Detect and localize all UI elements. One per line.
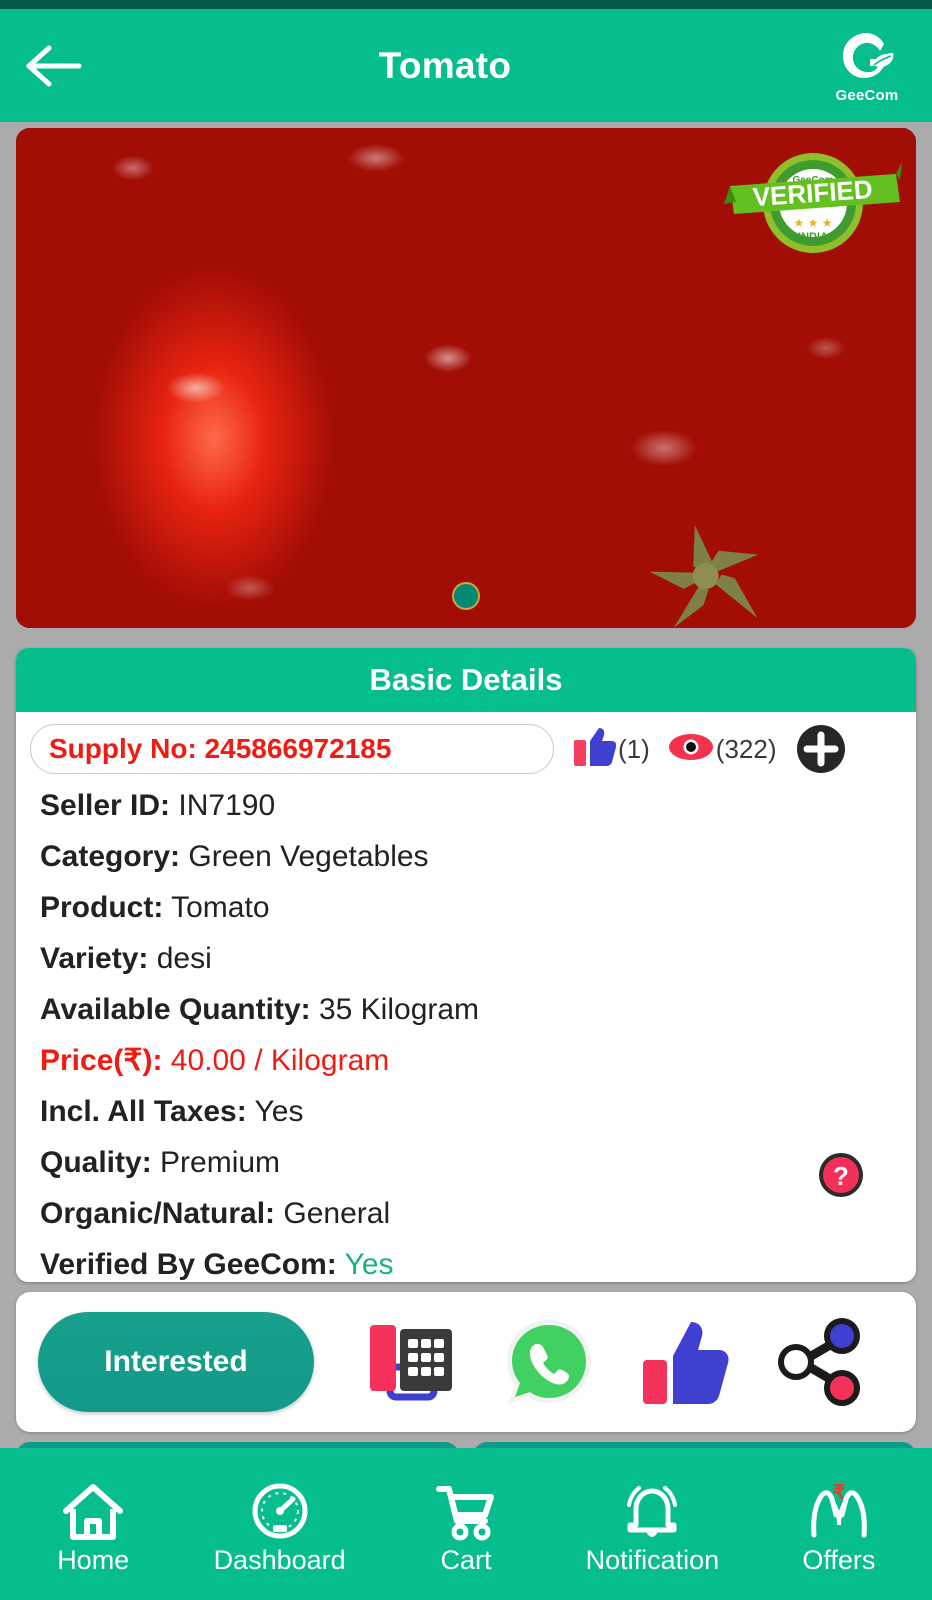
share-icon [774,1316,866,1408]
nav-item-cart[interactable]: Cart [373,1448,559,1600]
nav-item-dashboard[interactable]: Dashboard [186,1448,372,1600]
nav-label: Home [57,1544,130,1575]
plus-circle-icon [796,725,846,778]
help-question-icon: ? [818,1153,864,1202]
spec-label: Available Quantity: [40,993,311,1026]
spec-label: Incl. All Taxes: [40,1095,247,1128]
basic-details-body: Supply No: 245866972185 (1) (322) Seller… [16,712,916,1282]
spec-value: Yes [254,1095,304,1128]
thumbs-up-icon [639,1316,731,1408]
share-button[interactable] [774,1316,866,1408]
spec-value: General [283,1197,391,1230]
app-root: Tomato GeeCom ★ ★ ★ INDIA VERIFIED Basic… [0,0,932,1600]
spec-row-organic-natural: Organic/Natural: General [40,1188,892,1239]
product-image-card[interactable]: GeeCom ★ ★ ★ ★ ★ ★ INDIA VERIFIED [16,128,916,628]
svg-text:★ ★ ★: ★ ★ ★ [794,216,833,230]
likes-count: (1) [618,733,650,764]
spec-label: Verified By GeeCom: [40,1248,337,1281]
nav-label: Dashboard [213,1544,346,1575]
spec-label: Price(₹): [40,1044,163,1077]
nav-label: Cart [440,1544,492,1575]
add-button[interactable] [796,724,846,774]
eye-icon [668,731,714,768]
home-icon [60,1481,126,1543]
likes-stat[interactable]: (1) [572,726,650,773]
spec-label: Variety: [40,942,149,975]
spec-row-variety: Variety: desi [40,933,892,984]
geecom-logo-icon [836,28,898,86]
spec-row-product: Product: Tomato [40,882,892,933]
spec-row-seller-id: Seller ID: IN7190 [40,780,892,831]
spec-label: Category: [40,840,181,873]
spec-value: Green Vegetables [188,840,429,873]
telephone-icon [364,1317,460,1407]
geecom-logo-label: GeeCom [835,86,899,104]
spec-value: Premium [160,1146,281,1179]
views-stat[interactable]: (322) [668,731,777,768]
spec-label: Product: [40,891,164,924]
spec-row-available-quantity: Available Quantity: 35 Kilogram [40,984,892,1035]
verified-badge-icon: GeeCom ★ ★ ★ ★ ★ ★ INDIA VERIFIED [724,153,902,253]
page-title: Tomato [378,44,512,86]
spec-row-category: Category: Green Vegetables [40,831,892,882]
spec-value: 40.00 / Kilogram [170,1044,390,1077]
speedometer-icon [247,1481,313,1543]
carousel-indicator-dot[interactable] [452,582,480,610]
whatsapp-button[interactable] [503,1316,595,1408]
shopping-cart-icon [433,1481,499,1543]
app-header: Tomato GeeCom [0,9,932,122]
spec-row-incl-all-taxes: Incl. All Taxes: Yes [40,1086,892,1137]
spec-value: 35 Kilogram [318,993,480,1026]
bottom-navigation: Home Dashboard Cart Notification ₹ Offer… [0,1448,932,1600]
help-button[interactable]: ? [818,1152,864,1198]
hands-rupee-icon: ₹ [806,1481,872,1543]
spec-value: Tomato [171,891,270,924]
spec-value: IN7190 [178,789,276,822]
spec-label: Quality: [40,1146,152,1179]
like-button[interactable] [639,1316,731,1408]
nav-item-home[interactable]: Home [0,1448,186,1600]
supply-no-field[interactable]: Supply No: 245866972185 [30,724,554,774]
views-count: (322) [715,733,777,764]
nav-label: Notification [585,1544,720,1575]
whatsapp-icon [503,1316,595,1408]
nav-label: Offers [802,1544,876,1575]
spec-label: Seller ID: [40,789,171,822]
status-bar [0,0,932,9]
interested-button[interactable]: Interested [38,1312,314,1412]
spec-label: Organic/Natural: [40,1197,276,1230]
nav-item-offers[interactable]: ₹ Offers [746,1448,932,1600]
svg-text:INDIA: INDIA [798,231,828,243]
basic-details-card: Basic Details Supply No: 245866972185 (1… [16,648,916,1282]
spec-list: Seller ID: IN7190 Category: Green Vegeta… [16,776,916,1282]
spec-value: Yes [344,1248,394,1281]
spec-value: desi [156,942,212,975]
contact-actions [314,1316,894,1408]
geecom-logo[interactable]: GeeCom [824,23,910,109]
spec-row-verified-by-geecom: Verified By GeeCom: Yes [40,1239,892,1282]
thumbs-up-icon [572,726,617,773]
action-bar: Interested [16,1292,916,1432]
svg-text:₹: ₹ [832,1482,845,1504]
nav-item-notification[interactable]: Notification [559,1448,745,1600]
call-button[interactable] [364,1317,460,1407]
basic-details-title: Basic Details [16,648,916,712]
spec-row-price: Price(₹): 40.00 / Kilogram [40,1035,892,1086]
spec-row-quality: Quality: Premium [40,1137,892,1188]
svg-text:?: ? [833,1161,849,1191]
supply-row: Supply No: 245866972185 (1) (322) [16,722,916,776]
bell-icon [619,1481,685,1543]
